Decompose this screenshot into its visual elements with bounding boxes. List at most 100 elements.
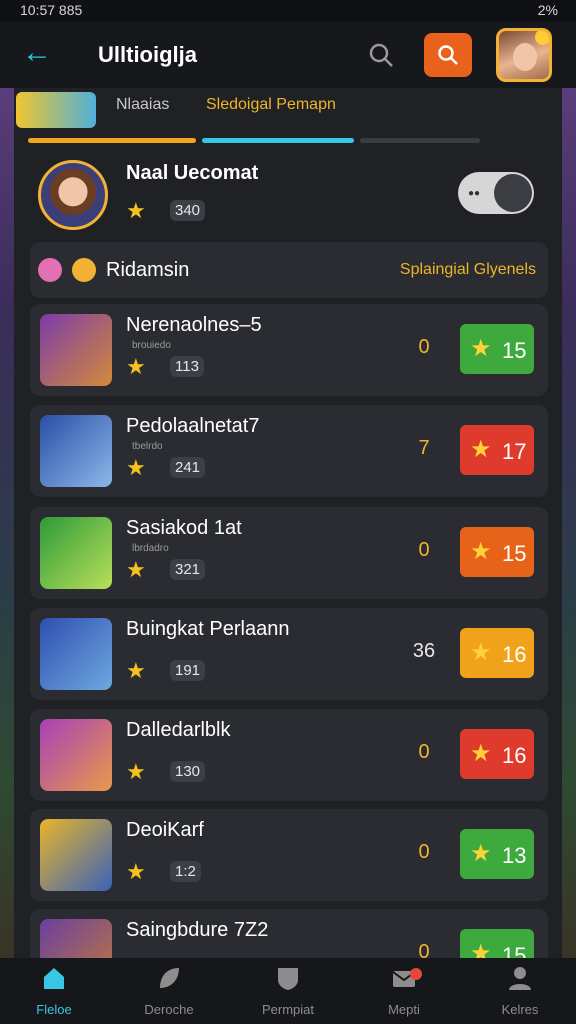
player-name: Dalledarlblk <box>126 719 231 741</box>
star-icon: ★ <box>126 759 146 784</box>
list-row[interactable]: DeoiKarf ★ 1:2 0 ★ 13 <box>30 809 548 901</box>
star-icon: ★ <box>126 354 146 379</box>
player-name: Nerenaolnes–5 <box>126 314 262 336</box>
player-avatar <box>40 517 112 589</box>
nav-item-shield[interactable]: Permpiat <box>238 964 338 1017</box>
star-icon: ★ <box>470 538 492 565</box>
filter-pink-icon <box>38 258 62 282</box>
star-icon: ★ <box>126 859 146 884</box>
score-badge[interactable]: ★ 15 <box>460 527 534 577</box>
top-bar: ← Ulltioiglja <box>0 22 576 88</box>
user-icon <box>509 967 531 990</box>
filter-right-label[interactable]: Splaingial Glyenels <box>400 261 536 279</box>
profile-name: Naal Uecomat <box>126 162 259 184</box>
search-button[interactable] <box>424 33 472 77</box>
tab-first[interactable]: Nlaaias <box>116 96 169 114</box>
score-badge[interactable]: ★ 15 <box>460 929 534 958</box>
nav-item-leaf[interactable]: Deroche <box>119 964 219 1017</box>
player-points: 1:2 <box>170 861 201 882</box>
avatar-face <box>513 43 537 71</box>
list-row[interactable]: Sasiakod 1at lbrdadro ★ 321 0 ★ 15 <box>30 507 548 599</box>
profile-avatar[interactable] <box>38 160 108 230</box>
search-icon[interactable] <box>366 40 396 70</box>
nav-item-mail[interactable]: Mepti <box>354 964 454 1017</box>
player-value: 0 <box>418 741 430 763</box>
nav-label: Mepti <box>388 1002 420 1017</box>
score-number: 16 <box>502 642 527 667</box>
toggle-dots-icon: ●● <box>468 188 481 199</box>
star-icon: ★ <box>126 557 146 582</box>
player-name: DeoiKarf <box>126 819 204 841</box>
player-avatar <box>40 415 112 487</box>
home-icon <box>44 968 64 989</box>
score-number: 13 <box>502 843 527 868</box>
player-subtitle: tbelrdo <box>132 441 163 452</box>
player-points: 241 <box>170 457 206 478</box>
player-points: 130 <box>170 761 206 782</box>
filter-coin-icon <box>72 258 96 282</box>
star-icon: ★ <box>126 198 146 223</box>
score-number: 17 <box>502 439 527 464</box>
list-row[interactable]: Buingkat Perlaann ★ 191 36 ★ 16 <box>30 608 548 700</box>
player-value: 7 <box>418 437 430 459</box>
player-name: Saingbdure 7Z2 <box>126 919 269 941</box>
status-battery: 2% <box>537 2 558 18</box>
progress-segment-1 <box>28 138 196 143</box>
player-avatar <box>40 819 112 891</box>
progress-segment-2 <box>202 138 354 143</box>
nav-label: Fleloe <box>36 1002 72 1017</box>
nav-label: Deroche <box>144 1002 194 1017</box>
player-points: 191 <box>170 660 206 681</box>
user-avatar[interactable] <box>496 28 552 82</box>
nav-item-home[interactable]: Fleloe <box>4 964 104 1017</box>
game-logo-icon <box>16 92 96 128</box>
score-badge[interactable]: ★ 16 <box>460 729 534 779</box>
star-icon: ★ <box>470 740 492 767</box>
star-icon: ★ <box>470 940 492 959</box>
player-value: 0 <box>418 336 430 358</box>
player-value: 36 <box>412 640 436 662</box>
page-title: Ulltioiglja <box>98 42 197 67</box>
player-name: Sasiakod 1at <box>126 517 242 539</box>
score-badge[interactable]: ★ 17 <box>460 425 534 475</box>
tab-second[interactable]: Sledoigal Pemapn <box>206 96 336 114</box>
filter-label: Ridamsin <box>106 259 190 281</box>
nav-label: Permpiat <box>261 1002 315 1017</box>
player-avatar <box>40 719 112 791</box>
player-avatar <box>40 314 112 386</box>
player-avatar <box>40 618 112 690</box>
list-row[interactable]: Dalledarlblk ★ 130 0 ★ 16 <box>30 709 548 801</box>
coin-icon <box>535 31 549 45</box>
star-icon: ★ <box>470 436 492 463</box>
list-row[interactable]: Saingbdure 7Z2 0 ★ 15 <box>30 909 548 958</box>
shield-icon <box>278 968 298 990</box>
nav-label: Kelres <box>501 1002 539 1017</box>
player-name: Pedolaalnetat7 <box>126 415 260 437</box>
score-number: 15 <box>502 541 527 566</box>
player-points: 321 <box>170 559 206 580</box>
score-badge[interactable]: ★ 15 <box>460 324 534 374</box>
status-time: 10:57 885 <box>20 2 83 18</box>
toggle-switch[interactable]: ●● <box>458 172 534 214</box>
bottom-nav: Fleloe Deroche Permpiat Mepti Kelres <box>0 958 576 1024</box>
star-icon: ★ <box>470 840 492 867</box>
search-icon <box>438 45 458 65</box>
score-number: 16 <box>502 743 527 768</box>
star-icon: ★ <box>470 639 492 666</box>
leaf-icon <box>160 968 179 988</box>
back-arrow-icon[interactable]: ← <box>22 38 52 68</box>
notification-badge <box>410 968 422 980</box>
list-row[interactable]: Nerenaolnes–5 brouiedo ★ 113 0 ★ 15 <box>30 304 548 396</box>
player-value: 0 <box>418 841 430 863</box>
status-bar: 10:57 885 2% <box>0 0 576 22</box>
player-avatar <box>40 919 112 958</box>
score-badge[interactable]: ★ 13 <box>460 829 534 879</box>
list-row[interactable]: Pedolaalnetat7 tbelrdo ★ 241 7 ★ 17 <box>30 405 548 497</box>
player-subtitle: brouiedo <box>132 340 171 351</box>
score-badge[interactable]: ★ 16 <box>460 628 534 678</box>
player-points: 113 <box>170 356 204 377</box>
progress-segment-3 <box>360 138 480 143</box>
player-value: 0 <box>418 539 430 561</box>
nav-item-user[interactable]: Kelres <box>470 964 570 1017</box>
score-number: 15 <box>502 943 527 958</box>
